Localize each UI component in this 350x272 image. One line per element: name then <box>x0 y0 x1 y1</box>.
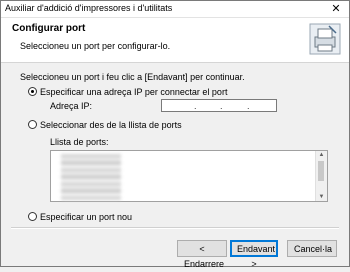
instruction-text: Seleccioneu un port i feu clic a [Endava… <box>20 72 245 82</box>
scroll-thumb[interactable] <box>318 161 324 181</box>
port-list[interactable]: ▲ ▼ <box>50 150 328 202</box>
cancel-button[interactable]: Cancel·la <box>287 240 337 257</box>
window-title: Auxiliar d'addició d'impressores i d'uti… <box>5 3 173 13</box>
option-select-list-label[interactable]: Seleccionar des de la llista de ports <box>40 120 182 130</box>
next-button[interactable]: Endavant > <box>230 240 278 269</box>
ip-dot: . <box>220 101 223 111</box>
ip-address-field[interactable]: . . . <box>161 99 277 112</box>
radio-new-port[interactable] <box>28 212 37 221</box>
scroll-down-icon[interactable]: ▼ <box>316 193 327 201</box>
wizard-header: Configurar port Seleccioneu un port per … <box>1 18 349 63</box>
title-bar: Auxiliar d'addició d'impressores i d'uti… <box>1 1 349 18</box>
option-specify-ip-label[interactable]: Especificar una adreça IP per connectar … <box>40 87 227 97</box>
footer-separator <box>11 227 339 229</box>
page-title: Configurar port <box>12 23 86 34</box>
port-list-scrollbar[interactable]: ▲ ▼ <box>315 151 327 201</box>
close-icon[interactable]: ✕ <box>326 2 346 16</box>
radio-select-from-list[interactable] <box>28 120 37 129</box>
printer-wizard-icon <box>309 23 341 55</box>
page-subtitle: Seleccioneu un port per configurar-lo. <box>20 41 171 51</box>
radio-specify-ip[interactable] <box>28 87 37 96</box>
port-list-label: Llista de ports: <box>50 137 109 147</box>
scroll-up-icon[interactable]: ▲ <box>316 151 327 159</box>
ip-dot: . <box>247 101 250 111</box>
back-button[interactable]: < Endarrere <box>177 240 227 269</box>
ip-address-label: Adreça IP: <box>50 101 93 111</box>
option-new-port-label[interactable]: Especificar un port nou <box>40 212 132 222</box>
port-list-items-obscured <box>61 154 121 200</box>
wizard-window: Auxiliar d'addició d'impressores i d'uti… <box>0 0 350 269</box>
ip-dot: . <box>194 101 197 111</box>
